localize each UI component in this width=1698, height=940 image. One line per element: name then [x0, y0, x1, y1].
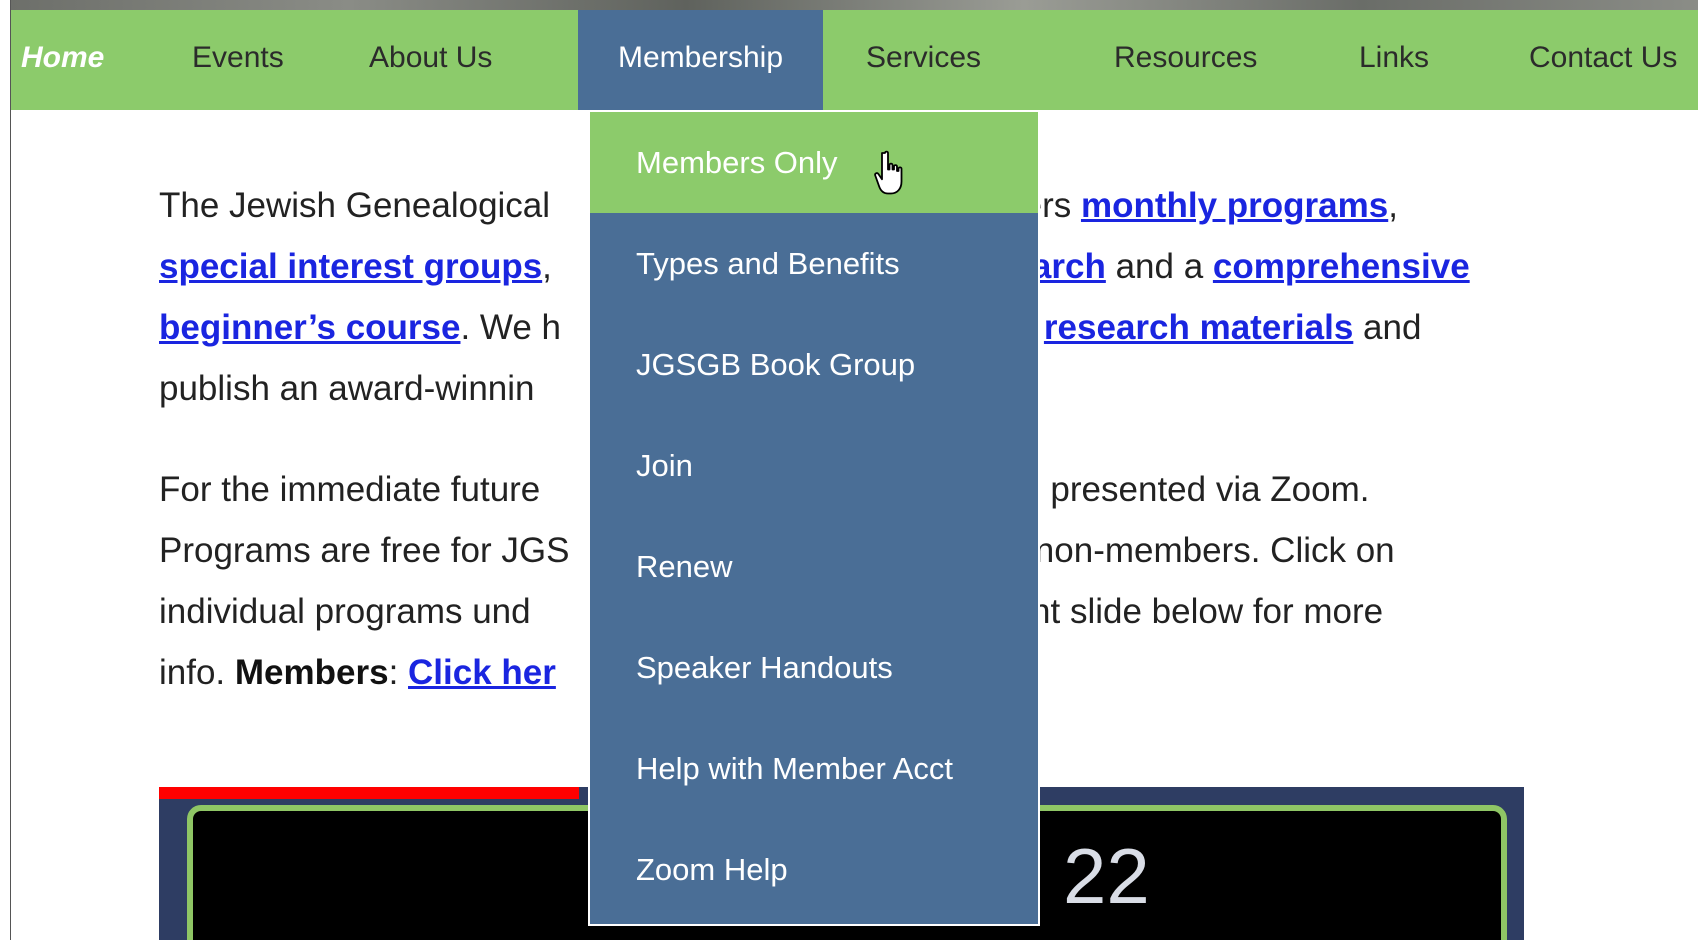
slide-year-text: 22	[1063, 832, 1150, 920]
text: l be presented via Zoom.	[984, 470, 1370, 509]
members-label: Members	[234, 653, 389, 692]
nav-events[interactable]: Events	[192, 10, 284, 110]
research-link[interactable]: arch	[1032, 247, 1106, 286]
monthly-programs-link[interactable]: monthly programs	[1081, 186, 1388, 225]
menu-item-label: Join	[636, 448, 693, 483]
menu-item-label: Speaker Handouts	[636, 650, 893, 685]
nav-about-us[interactable]: About Us	[369, 10, 492, 110]
nav-resources[interactable]: Resources	[1114, 10, 1257, 110]
menu-item-join[interactable]: Join	[590, 415, 1038, 516]
click-here-link[interactable]: Click her	[408, 653, 556, 692]
membership-dropdown: Members Only Types and Benefits JGSGB Bo…	[588, 110, 1040, 926]
menu-item-label: JGSGB Book Group	[636, 347, 916, 382]
nav-home[interactable]: Home	[21, 10, 104, 110]
nav-contact-us[interactable]: Contact Us	[1529, 10, 1677, 110]
menu-item-help-member-acct[interactable]: Help with Member Acct	[590, 718, 1038, 819]
hand-pointer-cursor-icon	[874, 150, 903, 195]
menu-item-zoom-help[interactable]: Zoom Help	[590, 819, 1038, 920]
nav-links[interactable]: Links	[1359, 10, 1429, 110]
menu-item-speaker-handouts[interactable]: Speaker Handouts	[590, 617, 1038, 718]
comprehensive-link[interactable]: comprehensive	[1213, 247, 1470, 286]
text: and	[1353, 308, 1422, 347]
text: r non-members. Click on	[1013, 531, 1395, 570]
text: ,	[1388, 186, 1398, 225]
text: and a	[1105, 247, 1213, 286]
text: Programs are free for JGS	[159, 531, 570, 570]
beginners-course-link[interactable]: beginner’s course	[159, 308, 460, 347]
text: :	[388, 653, 409, 692]
text: The Jewish Genealogical	[159, 186, 560, 225]
text: ,	[542, 247, 552, 286]
nav-services[interactable]: Services	[866, 10, 981, 110]
header-image-strip	[11, 0, 1698, 10]
slide-accent-bar	[159, 787, 579, 799]
menu-item-types-and-benefits[interactable]: Types and Benefits	[590, 213, 1038, 314]
menu-item-label: Help with Member Acct	[636, 751, 953, 786]
menu-item-label: Members Only	[636, 145, 838, 180]
menu-item-label: Types and Benefits	[636, 246, 900, 281]
menu-item-label: Zoom Help	[636, 852, 788, 887]
page-frame: Home Events About Us Membership Services…	[10, 0, 1698, 940]
menu-item-label: Renew	[636, 549, 733, 584]
research-materials-link[interactable]: research materials	[1044, 308, 1353, 347]
menu-item-renew[interactable]: Renew	[590, 516, 1038, 617]
special-interest-groups-link[interactable]: special interest groups	[159, 247, 542, 286]
menu-item-members-only[interactable]: Members Only	[590, 112, 1038, 213]
text: info.	[159, 653, 235, 692]
text: For the immediate future	[159, 470, 541, 509]
text: individual programs und	[159, 592, 531, 631]
menu-item-book-group[interactable]: JGSGB Book Group	[590, 314, 1038, 415]
nav-membership[interactable]: Membership	[578, 10, 823, 110]
text: publish an award-winnin	[159, 369, 535, 408]
text: . We h	[460, 308, 561, 347]
